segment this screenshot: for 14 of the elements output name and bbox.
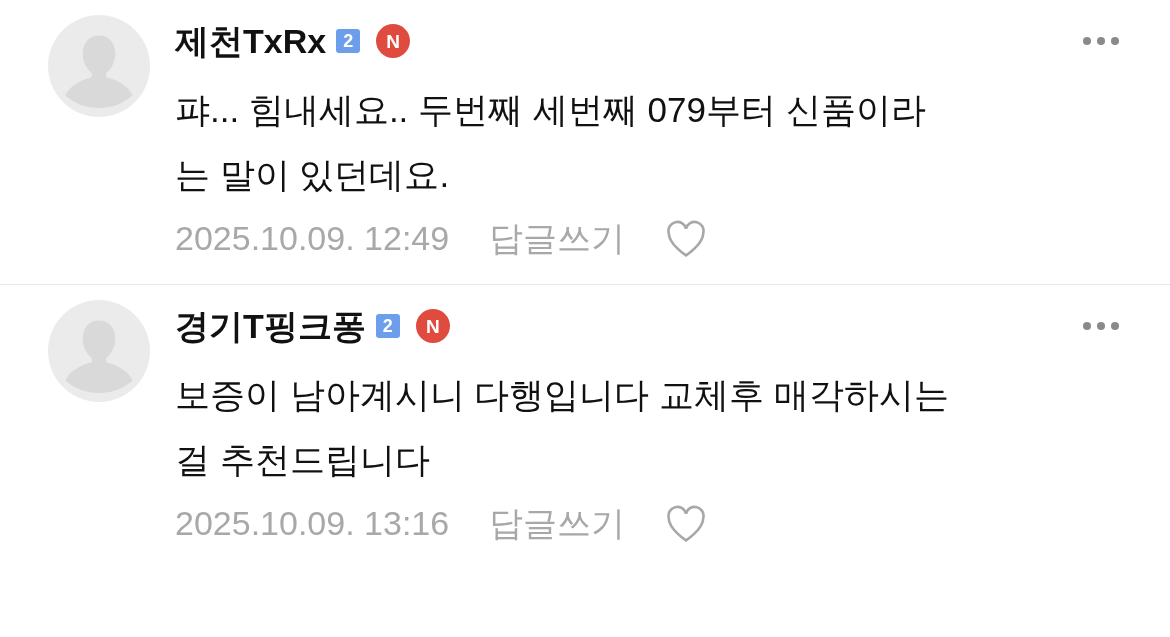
heart-icon[interactable]	[665, 219, 708, 258]
level-badge: 2	[375, 314, 400, 338]
comment-text: 보증이 남아계시니 다행입니다 교체후 매각하시는 걸 추천드립니다	[175, 374, 950, 481]
more-icon[interactable]	[1082, 321, 1120, 331]
author-name[interactable]: 경기T핑크퐁	[175, 309, 366, 343]
heart-icon[interactable]	[665, 504, 708, 543]
more-icon[interactable]	[1082, 36, 1120, 46]
author-name[interactable]: 제천TxRx	[175, 24, 327, 58]
new-badge: N	[415, 309, 450, 343]
comment-text: 퍄... 힘내세요.. 두번째 세번째 079부터 신품이라 는 말이 있던데요.	[175, 89, 927, 196]
comment-date: 2025.10.09. 13:16	[175, 503, 450, 544]
comment-date: 2025.10.09. 12:49	[175, 218, 450, 259]
new-badge: N	[376, 24, 411, 58]
level-badge: 2	[336, 29, 361, 53]
